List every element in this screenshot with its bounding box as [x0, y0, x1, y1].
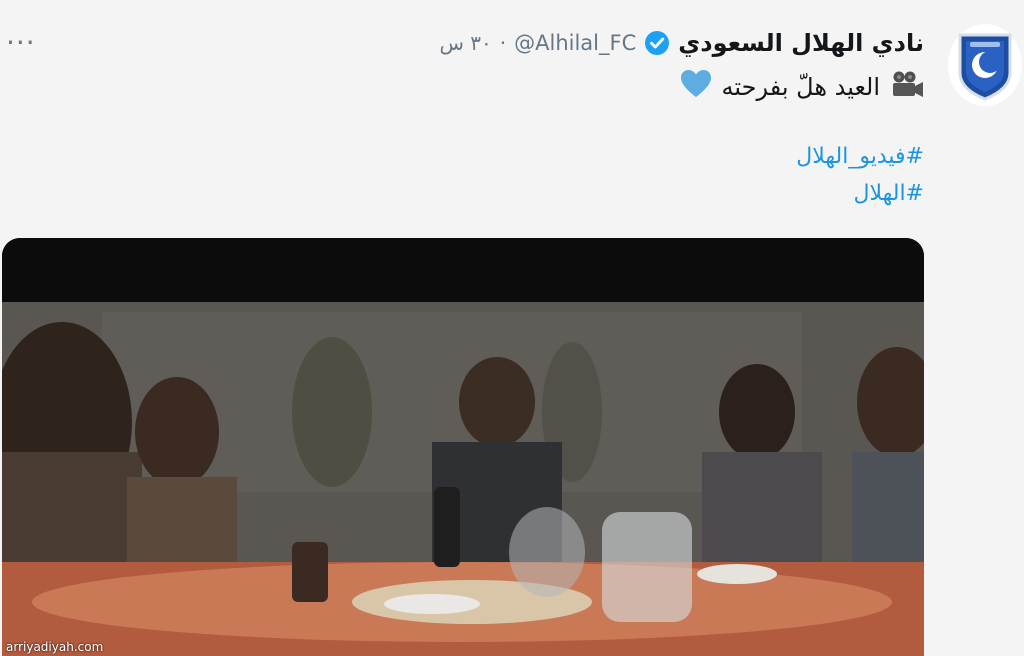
- blue-heart-icon: [680, 69, 712, 105]
- video-frame: [2, 302, 924, 656]
- watermark: arriyadiyah.com: [6, 640, 104, 654]
- handle[interactable]: @Alhilal_FC: [514, 31, 636, 55]
- video-scene: [2, 302, 924, 656]
- video-player[interactable]: arriyadiyah.com: [2, 238, 924, 656]
- verified-badge-icon: [644, 30, 670, 56]
- tweet-header: نادي الهلال السعودي @Alhilal_FC · ٣٠ س: [440, 26, 925, 60]
- tweet-text: العيد هلّ بفرحته: [680, 70, 925, 104]
- more-icon[interactable]: ···: [6, 26, 36, 59]
- hashtag-link[interactable]: #الهلال: [853, 181, 924, 206]
- tweet-body-text: العيد هلّ بفرحته: [721, 73, 881, 101]
- video-letterbox: [2, 238, 924, 302]
- separator-dot: ·: [499, 31, 507, 55]
- timestamp[interactable]: ٣٠ س: [440, 31, 492, 55]
- video-camera-icon: [890, 70, 924, 104]
- avatar[interactable]: [948, 24, 1022, 106]
- hashtag-link[interactable]: #فيديو_الهلال: [796, 144, 924, 169]
- tweet: نادي الهلال السعودي @Alhilal_FC · ٣٠ س ·…: [0, 0, 1024, 656]
- alhilal-logo: [958, 33, 1012, 101]
- display-name[interactable]: نادي الهلال السعودي: [678, 29, 924, 57]
